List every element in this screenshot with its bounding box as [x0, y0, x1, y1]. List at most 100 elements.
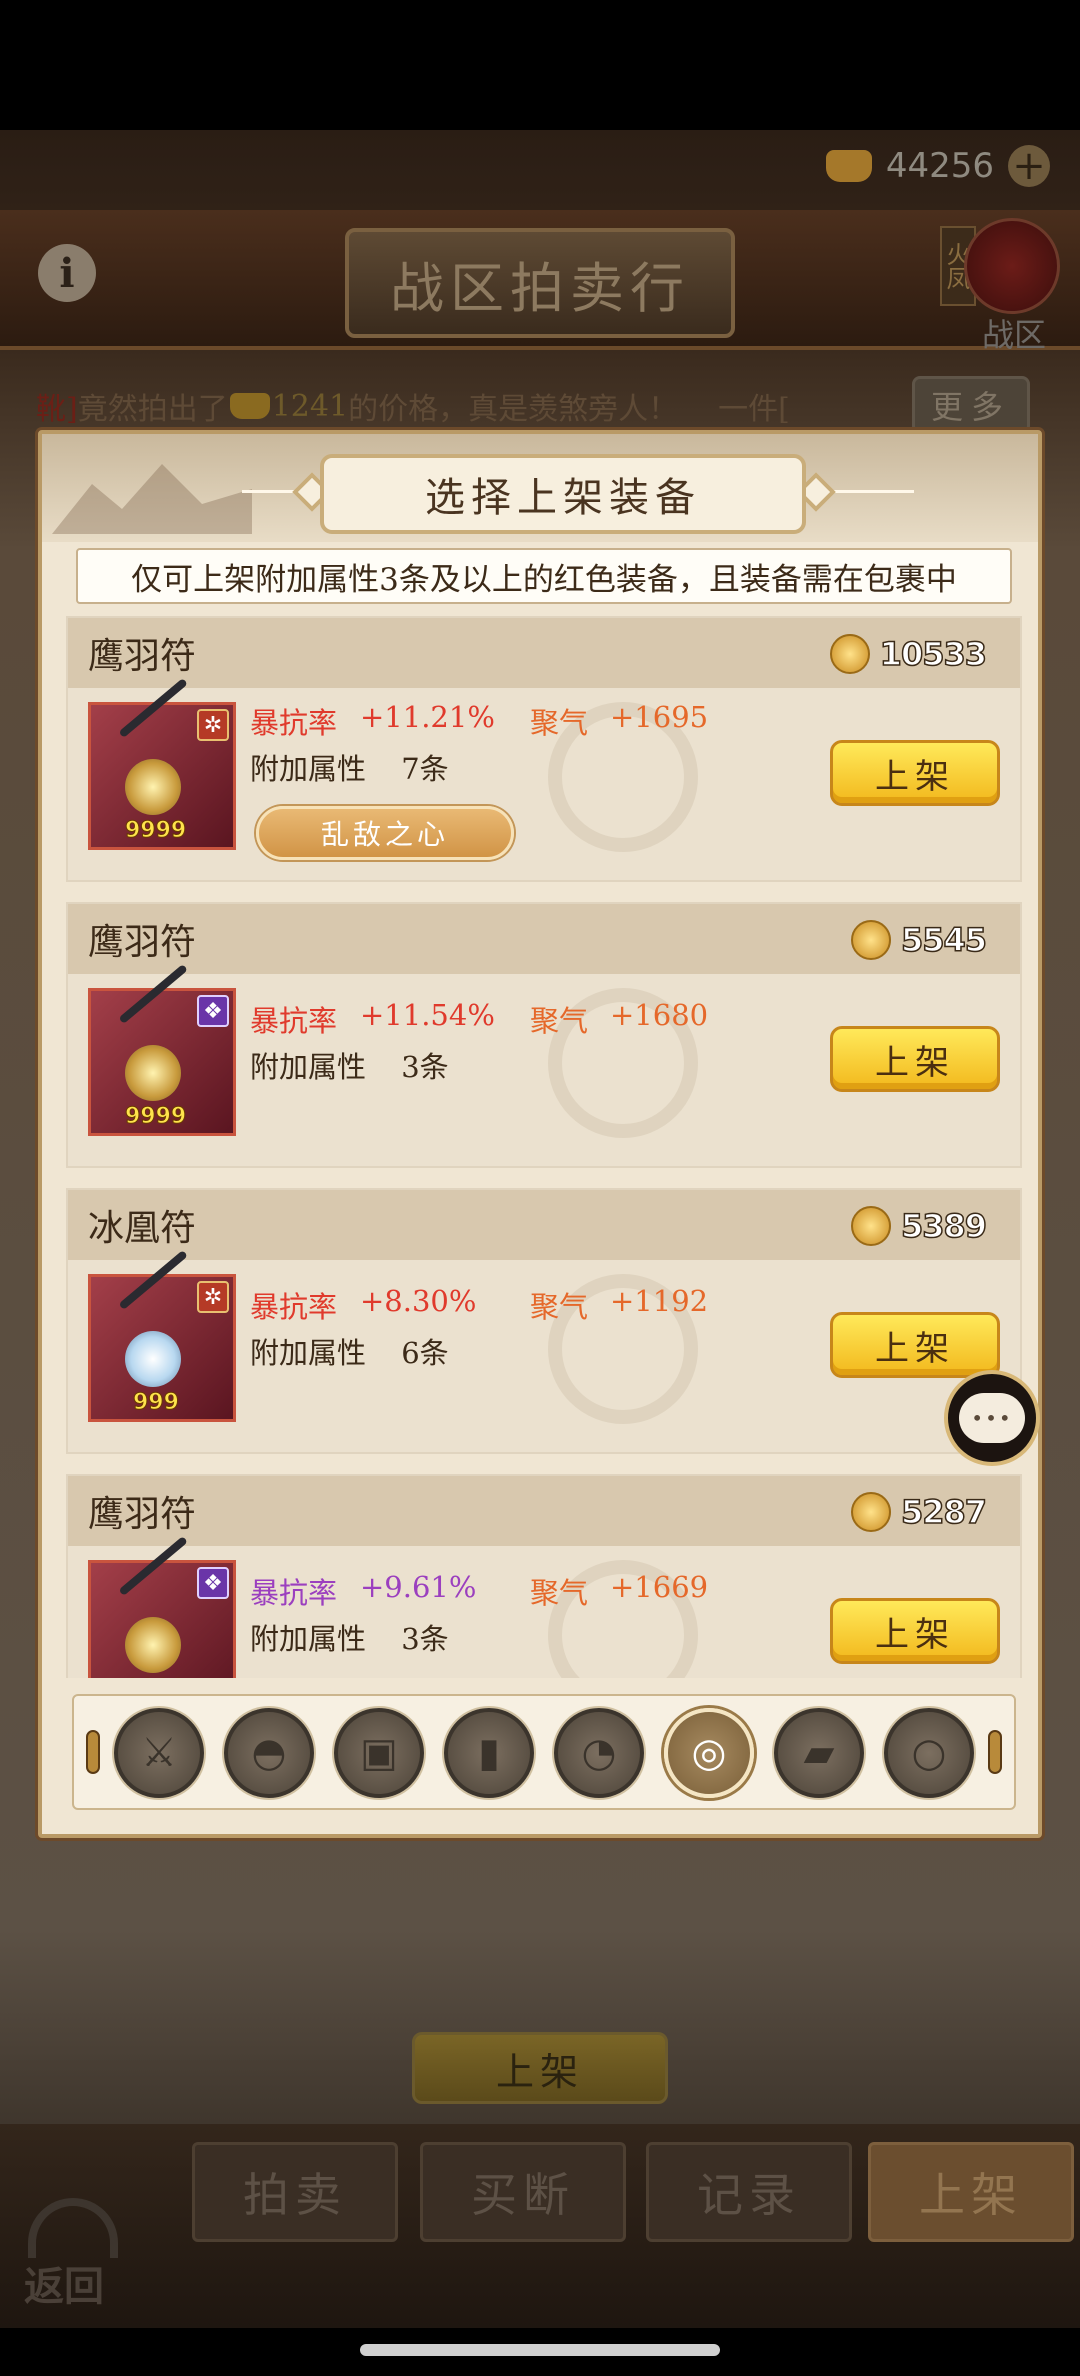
ticker-text-2: 的价格，真是羡煞旁人！	[348, 392, 679, 427]
price-value: 10533	[879, 634, 988, 674]
list-item-button[interactable]: 上架	[830, 1026, 1000, 1092]
extra-attr-count: 3条	[401, 1050, 449, 1084]
weapon-icon[interactable]: ⚔	[114, 1708, 204, 1798]
equipment-category-filter: ⚔ ◓ ▣ ▮ ◔ ◎ ▰ ○	[72, 1694, 1016, 1810]
stat1-value: +11.54%	[360, 998, 495, 1032]
stat2-value: +1192	[610, 1284, 709, 1318]
equipment-name: 鹰羽符	[88, 922, 197, 963]
status-bar	[0, 0, 1080, 130]
eagle-feather-talisman-icon[interactable]: ✲ 9999	[88, 677, 236, 850]
equipment-card: 冰凰符 5389 ✲ 999 暴抗率 +8.30% 聚气 +1192 附加属性 …	[66, 1188, 1022, 1454]
equipment-list[interactable]: 鹰羽符 10533 ✲ 9999 暴抗率 +11.21% 聚气 +1695 附加…	[66, 616, 1022, 1678]
stat1-label: 暴抗率	[250, 1290, 338, 1324]
list-confirm-button[interactable]: 上架	[412, 2032, 668, 2104]
bracer-icon[interactable]: ▰	[774, 1708, 864, 1798]
talisman-flower	[125, 1045, 181, 1101]
stat1-label: 暴抗率	[250, 706, 338, 740]
quality-badge-icon: ❖	[197, 995, 229, 1027]
zone-badge[interactable]: 火凤 战区	[940, 218, 1060, 354]
extra-attr-count: 3条	[401, 1622, 449, 1656]
ice-phoenix-talisman-icon[interactable]: ✲ 999	[88, 1249, 236, 1422]
stat2-label: 聚气	[530, 1290, 589, 1324]
talisman-flower	[125, 759, 181, 815]
equipment-card-body: ✲ 9999 暴抗率 +11.21% 聚气 +1695 附加属性 7条 乱敌之心…	[68, 677, 1020, 884]
dialog-title: 选择上架装备	[425, 475, 701, 521]
extra-attr-count: 7条	[401, 752, 449, 786]
equipment-card: 鹰羽符 10533 ✲ 9999 暴抗率 +11.21% 聚气 +1695 附加…	[66, 616, 1022, 882]
armor-icon[interactable]: ▣	[334, 1708, 424, 1798]
extra-attr-label: 附加属性	[250, 1336, 367, 1370]
boots-icon[interactable]: ▮	[444, 1708, 534, 1798]
ticker-tail: 一件[	[718, 392, 790, 427]
stat1-value: +11.21%	[360, 700, 495, 734]
list-item-button[interactable]: 上架	[830, 1598, 1000, 1664]
equipment-price: 10533	[829, 632, 988, 676]
ticker-text-1: 竟然拍出了	[77, 392, 228, 427]
back-button[interactable]: 返回	[18, 2196, 128, 2310]
tab-records[interactable]: 记录	[646, 2142, 852, 2242]
ring-icon[interactable]: ○	[884, 1708, 974, 1798]
price-value: 5287	[900, 1492, 988, 1532]
filter-bar-end-left	[86, 1730, 100, 1774]
item-level: 999	[133, 1390, 180, 1416]
back-arrow-icon	[28, 2198, 118, 2258]
dialog-header: 选择上架装备	[42, 434, 1038, 542]
item-level: 9999	[124, 1676, 186, 1679]
zone-label: 战区	[981, 316, 1046, 354]
select-equipment-dialog: 选择上架装备 仅可上架附加属性3条及以上的红色装备，且装备需在包裹中 鹰羽符 1…	[38, 430, 1042, 1838]
equipment-card: 鹰羽符 5545 ❖ 9999 暴抗率 +11.54% 聚气 +1680 附加属…	[66, 902, 1022, 1168]
add-gold-button[interactable]: +	[1008, 145, 1050, 187]
tab-buyout[interactable]: 买断	[420, 2142, 626, 2242]
stat2-value: +1695	[610, 700, 709, 734]
tab-list[interactable]: 上架	[868, 2142, 1074, 2242]
equipment-name: 鹰羽符	[88, 636, 197, 677]
chat-bubble-icon: •••	[959, 1393, 1025, 1443]
back-label: 返回	[24, 2263, 104, 2310]
gold-ingot-icon	[825, 150, 872, 182]
eagle-feather-talisman-icon[interactable]: ❖ 9999	[88, 963, 236, 1136]
stat2-label: 聚气	[530, 706, 589, 740]
more-button[interactable]: 更多	[912, 376, 1030, 434]
stat1-value: +9.61%	[360, 1570, 477, 1604]
set-bonus-tag[interactable]: 乱敌之心	[256, 806, 514, 860]
ingot-icon	[229, 393, 270, 419]
phoenix-emblem-icon	[964, 218, 1060, 314]
quality-badge-icon: ❖	[197, 1567, 229, 1599]
quality-badge-icon: ✲	[197, 709, 229, 741]
helmet-icon[interactable]: ◓	[224, 1708, 314, 1798]
talisman-icon[interactable]: ◎	[664, 1708, 754, 1798]
eagle-feather-talisman-icon[interactable]: ❖ 9999	[88, 1535, 236, 1679]
stat1-label: 暴抗率	[250, 1576, 338, 1610]
gold-balance: 44256 +	[825, 142, 1050, 190]
equipment-card-header: 冰凰符 5389	[68, 1190, 1020, 1260]
info-button[interactable]: i	[38, 244, 96, 302]
auction-ticker: 靴] 竟然拍出了 1241 的价格，真是羡煞旁人！ 一件[	[36, 378, 1046, 434]
extra-attributes: 附加属性 7条	[250, 746, 449, 788]
necklace-icon[interactable]: ◔	[554, 1708, 644, 1798]
main-stats: 暴抗率 +9.61% 聚气 +1669	[250, 1570, 708, 1612]
chat-button[interactable]: •••	[944, 1370, 1040, 1466]
list-item-button[interactable]: 上架	[830, 1312, 1000, 1378]
tab-auction[interactable]: 拍卖	[192, 2142, 398, 2242]
stat2-label: 聚气	[530, 1004, 589, 1038]
main-stats: 暴抗率 +11.21% 聚气 +1695	[250, 700, 708, 742]
filter-bar-end-right	[988, 1730, 1002, 1774]
equipment-card-body: ❖ 9999 暴抗率 +11.54% 聚气 +1680 附加属性 3条 上架	[68, 963, 1020, 1170]
main-stats: 暴抗率 +11.54% 聚气 +1680	[250, 998, 708, 1040]
item-level: 9999	[124, 818, 187, 844]
coin-icon	[850, 1492, 891, 1532]
equipment-price: 5545	[850, 918, 988, 962]
ticker-prefix: 靴]	[36, 392, 78, 427]
equipment-card: 鹰羽符 5287 ❖ 9999 暴抗率 +9.61% 聚气	[66, 1474, 1022, 1678]
extra-attributes: 附加属性 6条	[250, 1330, 449, 1372]
dialog-title-banner: 选择上架装备	[320, 454, 806, 534]
list-item-button[interactable]: 上架	[830, 740, 1000, 806]
extra-attr-label: 附加属性	[250, 1622, 367, 1656]
price-value: 5545	[900, 920, 988, 960]
stat1-label: 暴抗率	[250, 1004, 338, 1038]
equipment-card-body: ✲ 999 暴抗率 +8.30% 聚气 +1192 附加属性 6条 上架	[68, 1249, 1020, 1456]
equipment-card-body: ❖ 9999 暴抗率 +9.61% 聚气 +1669 附加属性 3条 上架	[68, 1535, 1020, 1679]
main-stats: 暴抗率 +8.30% 聚气 +1192	[250, 1284, 708, 1326]
equipment-price: 5389	[850, 1204, 988, 1248]
home-indicator[interactable]	[360, 2344, 720, 2356]
